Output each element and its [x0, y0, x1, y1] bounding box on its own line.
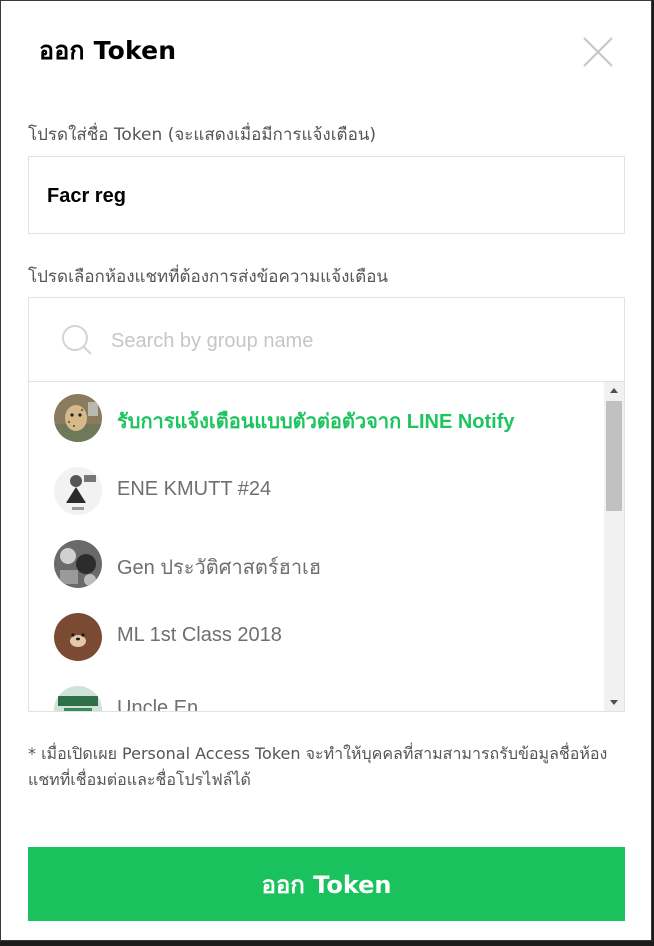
list-item-label: Gen ประวัติศาสตร์ฮาเฮ [117, 557, 322, 579]
list-item-label: Uncle En [117, 697, 199, 712]
list-item[interactable]: รับการแจ้งเตือนแบบตัวต่อตัวจาก LINE Noti… [29, 382, 604, 455]
token-name-label: โปรดใส่ชื่อ Token (จะแสดงเมื่อมีการแจ้งเ… [28, 125, 377, 145]
chat-select-label: โปรดเลือกห้องแชทที่ต้องการส่งข้อความแจ้ง… [28, 267, 389, 287]
group-search-bar [29, 298, 624, 382]
chat-room-list: รับการแจ้งเตือนแบบตัวต่อตัวจาก LINE Noti… [29, 382, 604, 712]
group-avatar [54, 467, 102, 515]
group-avatar [54, 540, 102, 588]
list-item[interactable]: Gen ประวัติศาสตร์ฮาเฮ [29, 528, 604, 601]
dialog-title: ออก Token [39, 36, 177, 65]
list-item[interactable]: ML 1st Class 2018 [29, 601, 604, 674]
list-item-label: ML 1st Class 2018 [117, 624, 282, 646]
bear-avatar [54, 613, 102, 661]
search-icon [62, 325, 92, 355]
group-search-input[interactable] [109, 320, 593, 362]
token-name-input[interactable] [45, 157, 609, 235]
token-name-field[interactable] [28, 156, 625, 235]
scroll-down-button[interactable] [604, 694, 624, 711]
issue-token-button[interactable]: ออก Token [28, 847, 625, 921]
list-item[interactable]: Uncle En [29, 674, 604, 712]
chat-room-selector: รับการแจ้งเตือนแบบตัวต่อตัวจาก LINE Noti… [28, 297, 625, 712]
python-avatar [54, 686, 102, 711]
list-scrollbar[interactable] [604, 382, 624, 711]
close-icon[interactable] [579, 33, 617, 71]
privacy-note: * เมื่อเปิดเผย Personal Access Token จะท… [28, 744, 608, 789]
cheetah-avatar [54, 394, 102, 442]
list-item[interactable]: ENE KMUTT #24 [29, 455, 604, 528]
issue-token-dialog: ออก Token โปรดใส่ชื่อ Token (จะแสดงเมื่อ… [0, 0, 652, 941]
scroll-thumb[interactable] [606, 401, 622, 511]
arrow-up-icon [610, 388, 618, 393]
list-item-label: รับการแจ้งเตือนแบบตัวต่อตัวจาก LINE Noti… [117, 411, 515, 433]
close-button[interactable] [579, 33, 617, 71]
arrow-down-icon [610, 700, 618, 705]
list-item-label: ENE KMUTT #24 [117, 478, 272, 500]
scroll-up-button[interactable] [604, 382, 624, 399]
